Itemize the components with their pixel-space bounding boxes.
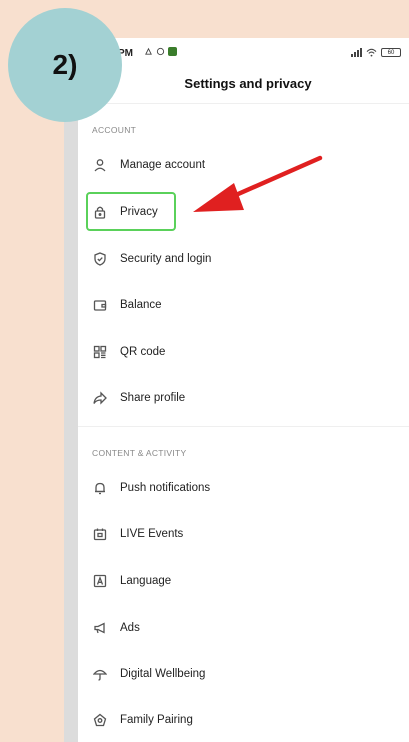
menu-label: QR code [120,346,166,358]
battery-level: 60 [387,49,395,56]
menu-label: Family Pairing [120,714,193,726]
bell-icon [92,480,108,496]
step-badge: 2) [8,8,122,122]
status-bar: PM 60 [78,38,409,66]
menu-item-live-events[interactable]: LIVE Events [92,521,392,547]
calendar-icon [92,526,108,542]
section-header-account: ACCOUNT [92,125,137,135]
menu-label: Language [120,575,172,587]
language-icon [92,573,108,589]
menu-label: Security and login [120,253,212,265]
menu-item-push-notifications[interactable]: Push notifications [92,475,392,501]
qr-code-icon [92,344,108,360]
menu-item-manage-account[interactable]: Manage account [92,152,392,178]
menu-label: Ads [120,622,140,634]
menu-label: Push notifications [120,482,211,494]
wifi-icon [366,48,377,57]
menu-item-ads[interactable]: Ads [92,615,392,641]
page-title: Settings and privacy [184,76,312,91]
menu-item-family-pairing[interactable]: Family Pairing [92,707,392,733]
status-icons-left [144,47,177,56]
menu-label: Digital Wellbeing [120,668,206,680]
menu-item-share-profile[interactable]: Share profile [92,385,392,411]
menu-item-qr-code[interactable]: QR code [92,339,392,365]
status-icons-right: 60 [351,48,401,57]
battery-icon: 60 [381,48,401,57]
privacy-highlight-box [86,192,176,231]
menu-label: Manage account [120,159,206,171]
shield-icon [92,251,108,267]
wallet-icon [92,297,108,313]
phone-screen: PM 60 Settings and privacy ACCOUNT Manag… [78,38,409,742]
person-icon [92,157,108,173]
signal-icon [351,48,362,57]
menu-item-balance[interactable]: Balance [92,292,392,318]
app-notification-icon [168,47,177,56]
megaphone-icon [92,620,108,636]
notification-icon [145,47,152,55]
alarm-icon [156,47,165,56]
menu-item-security-and-login[interactable]: Security and login [92,246,392,272]
menu-label: Balance [120,299,162,311]
header-divider [78,103,409,104]
menu-item-digital-wellbeing[interactable]: Digital Wellbeing [92,661,392,687]
side-strip [64,38,78,742]
share-icon [92,390,108,406]
menu-label: Share profile [120,392,186,404]
menu-label: LIVE Events [120,528,184,540]
section-divider [78,426,409,427]
family-icon [92,712,108,728]
menu-item-language[interactable]: Language [92,568,392,594]
umbrella-icon [92,666,108,682]
section-header-content-activity: CONTENT & ACTIVITY [92,448,187,458]
